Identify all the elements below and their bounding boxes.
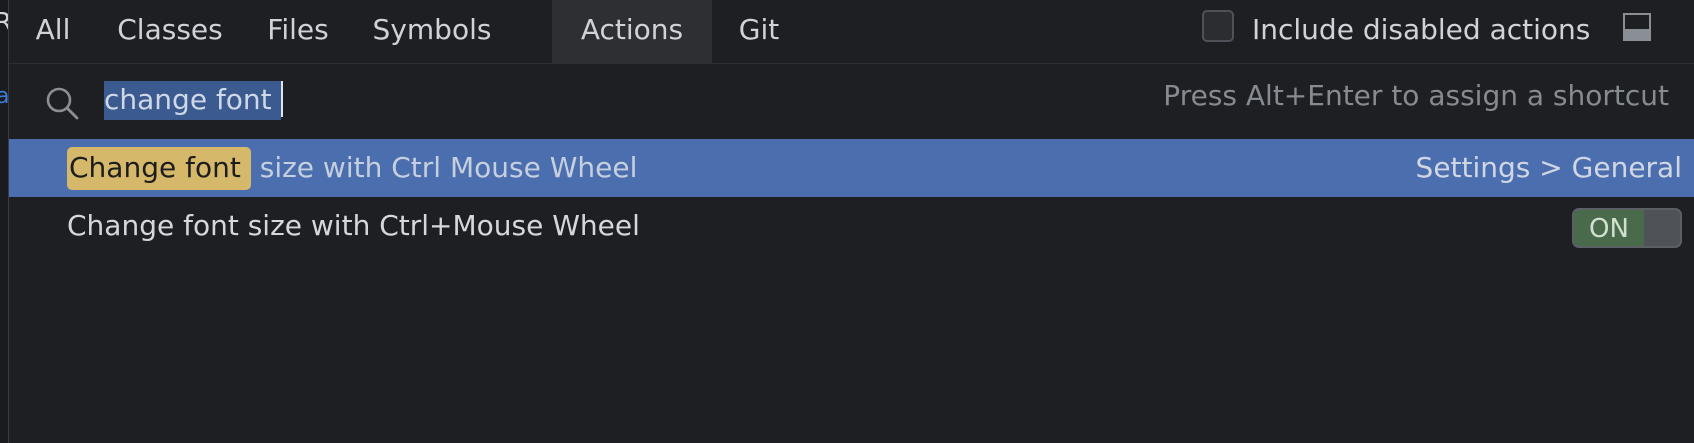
shortcut-hint: Press Alt+Enter to assign a shortcut: [1163, 79, 1669, 112]
layout-toggle-icon[interactable]: [1622, 12, 1652, 42]
include-disabled-label[interactable]: Include disabled actions: [1252, 8, 1590, 52]
tab-classes[interactable]: Classes: [97, 0, 243, 63]
option-toggle[interactable]: ON: [1572, 208, 1682, 248]
search-input-value[interactable]: change font: [104, 81, 281, 120]
match-highlight: Change font: [67, 147, 251, 190]
include-disabled-checkbox[interactable]: [1202, 10, 1234, 42]
result-row[interactable]: Change font size with Ctrl+Mouse Wheel O…: [9, 197, 1694, 255]
result-row[interactable]: Change font size with Ctrl Mouse Wheel S…: [9, 139, 1694, 197]
tab-actions[interactable]: Actions: [552, 0, 712, 63]
tab-all[interactable]: All: [9, 0, 97, 63]
tab-bar: All Classes Files Symbols Actions Git In…: [9, 0, 1694, 64]
result-label: Change font size with Ctrl Mouse Wheel: [67, 139, 637, 197]
search-input[interactable]: change font: [104, 78, 283, 122]
result-location: Settings > General: [1415, 151, 1682, 184]
text-caret: [280, 81, 283, 117]
tab-git[interactable]: Git: [712, 0, 806, 63]
search-icon: [46, 87, 79, 120]
results-list: Change font size with Ctrl Mouse Wheel S…: [9, 139, 1694, 255]
tab-files[interactable]: Files: [243, 0, 353, 63]
toggle-state: ON: [1574, 210, 1644, 246]
search-row: change font Press Alt+Enter to assign a …: [9, 64, 1694, 138]
result-label-rest: size with Ctrl Mouse Wheel: [250, 151, 638, 184]
editor-edge-char: R: [0, 8, 8, 38]
tab-symbols[interactable]: Symbols: [353, 0, 511, 63]
search-everywhere-popup: All Classes Files Symbols Actions Git In…: [9, 0, 1694, 443]
editor-edge: R a: [0, 0, 9, 443]
result-label: Change font size with Ctrl+Mouse Wheel: [67, 209, 640, 242]
editor-edge-char: a: [0, 84, 8, 109]
